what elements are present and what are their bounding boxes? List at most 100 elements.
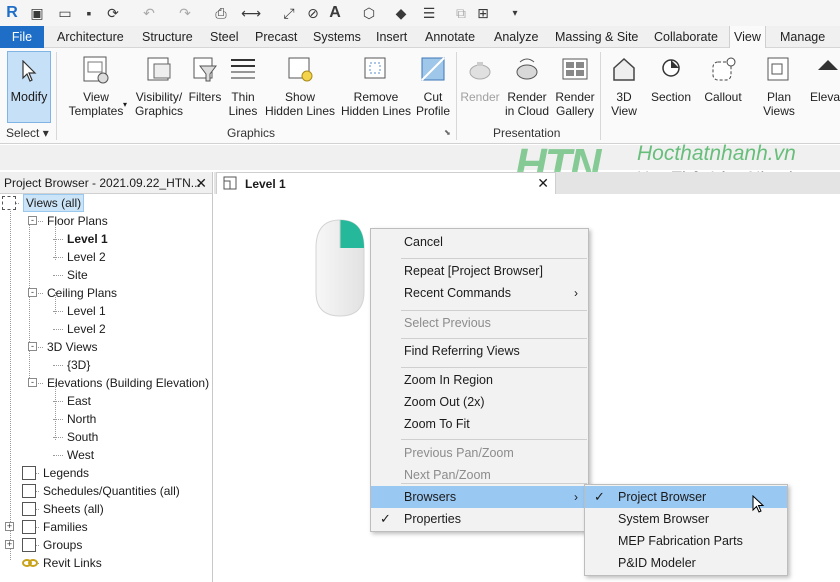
- section-button[interactable]: Section: [648, 52, 694, 104]
- tree-item-legends[interactable]: Legends: [43, 464, 89, 482]
- tab-file[interactable]: File: [0, 26, 44, 48]
- switch-windows-icon[interactable]: ⊞: [474, 4, 492, 22]
- tree-item-floor-plan-level-1[interactable]: Level 1: [67, 230, 108, 248]
- tree-guide-line: [10, 204, 11, 560]
- menu-item-next-pan-zoom[interactable]: Next Pan/Zoom: [371, 464, 588, 486]
- tree-item-elevation-north[interactable]: North: [67, 410, 96, 428]
- 3d-view-button[interactable]: 3D View: [604, 52, 644, 118]
- thin-lines-button[interactable]: Thin Lines: [226, 52, 260, 118]
- tab-level-1[interactable]: Level 1 ✕: [216, 172, 556, 194]
- render-in-cloud-button[interactable]: Render in Cloud: [504, 52, 550, 118]
- tree-item-3d-view-default[interactable]: {3D}: [67, 356, 90, 374]
- modify-label: Modify: [10, 90, 48, 104]
- 3d-view-icon[interactable]: ⬡: [360, 4, 378, 22]
- tab-view[interactable]: View: [729, 26, 766, 49]
- show-hidden-lines-button[interactable]: Show Hidden Lines: [264, 52, 336, 118]
- section-icon[interactable]: ◆: [392, 4, 410, 22]
- remove-hidden-lines-button[interactable]: Remove Hidden Lines: [340, 52, 412, 118]
- elevation-button[interactable]: Eleva: [810, 52, 840, 104]
- save-icon[interactable]: ▪: [80, 4, 98, 22]
- tree-item-views-all[interactable]: Views (all): [23, 194, 85, 212]
- menu-item-recent-commands[interactable]: Recent Commands ›: [371, 282, 588, 304]
- tab-massing-site[interactable]: Massing & Site: [551, 26, 642, 48]
- close-hidden-icon[interactable]: ⧉: [452, 4, 470, 22]
- measure-icon[interactable]: ⟷: [241, 4, 261, 22]
- revit-links-icon: [22, 556, 38, 570]
- tree-item-revit-links[interactable]: Revit Links: [43, 554, 102, 572]
- tab-analyze[interactable]: Analyze: [490, 26, 542, 48]
- tab-collaborate[interactable]: Collaborate: [650, 26, 722, 48]
- menu-item-zoom-out-2x[interactable]: Zoom Out (2x): [371, 391, 588, 413]
- tree-item-elevations[interactable]: Elevations (Building Elevation): [47, 374, 209, 392]
- menu-item-previous-pan-zoom[interactable]: Previous Pan/Zoom: [371, 442, 588, 464]
- menu-item-browsers[interactable]: Browsers ›: [371, 486, 588, 508]
- plan-views-button[interactable]: Plan Views: [756, 52, 802, 118]
- menu-item-cancel[interactable]: Cancel: [371, 231, 588, 253]
- tree-item-elevation-south[interactable]: South: [67, 428, 98, 446]
- close-icon[interactable]: ✕: [195, 172, 207, 194]
- modify-button[interactable]: Modify: [7, 51, 51, 123]
- collapse-toggle-icon[interactable]: -: [28, 216, 37, 225]
- expand-toggle-icon[interactable]: +: [5, 522, 14, 531]
- tab-annotate[interactable]: Annotate: [421, 26, 479, 48]
- ribbon-panel: Modify Select ▾ View Templates ▾ Visibili…: [0, 48, 840, 144]
- dimension-icon[interactable]: ⤢: [280, 4, 298, 22]
- menu-item-find-referring-views[interactable]: Find Referring Views: [371, 340, 588, 362]
- tab-structure[interactable]: Structure: [138, 26, 197, 48]
- thin-lines-icon[interactable]: ☰: [420, 4, 438, 22]
- submenu-item-pid-modeler[interactable]: P&ID Modeler: [585, 552, 787, 574]
- visibility-graphics-button[interactable]: Visibility/Graphics: [132, 52, 186, 118]
- cut-profile-button[interactable]: Cut Profile: [414, 52, 452, 118]
- render-button[interactable]: Render: [458, 52, 502, 104]
- select-dropdown[interactable]: Select ▾: [6, 126, 49, 140]
- tree-item-elevation-west[interactable]: West: [67, 446, 94, 464]
- render-gallery-button[interactable]: Render Gallery: [552, 52, 598, 118]
- view-templates-button[interactable]: View Templates: [68, 52, 124, 118]
- tab-systems[interactable]: Systems: [309, 26, 365, 48]
- customize-icon[interactable]: ▾: [506, 4, 524, 22]
- tree-guide-line: [53, 437, 63, 438]
- tree-item-elevation-east[interactable]: East: [67, 392, 91, 410]
- callout-button[interactable]: Callout: [700, 52, 746, 104]
- text-icon[interactable]: A: [326, 4, 344, 22]
- sync-icon[interactable]: ⟳: [104, 4, 122, 22]
- collapse-toggle-icon[interactable]: -: [28, 288, 37, 297]
- tree-item-floor-plan-site[interactable]: Site: [67, 266, 88, 284]
- tree-item-ceiling-plan-level-2[interactable]: Level 2: [67, 320, 106, 338]
- tree-item-floor-plan-level-2[interactable]: Level 2: [67, 248, 106, 266]
- tree-guide-line: [29, 220, 30, 380]
- tab-steel[interactable]: Steel: [206, 26, 243, 48]
- submenu-item-mep-fabrication-parts[interactable]: MEP Fabrication Parts: [585, 530, 787, 552]
- info-icon[interactable]: ▣: [28, 4, 46, 22]
- open-icon[interactable]: ▭: [56, 4, 74, 22]
- collapse-toggle-icon[interactable]: -: [28, 378, 37, 387]
- filters-button[interactable]: Filters: [186, 52, 224, 104]
- menu-item-zoom-in-region[interactable]: Zoom In Region: [371, 369, 588, 391]
- tree-item-sheets[interactable]: Sheets (all): [43, 500, 104, 518]
- tag-icon[interactable]: ⊘: [304, 4, 322, 22]
- tree-item-families[interactable]: Families: [43, 518, 88, 536]
- redo-icon[interactable]: ↷: [176, 4, 194, 22]
- tab-architecture[interactable]: Architecture: [53, 26, 128, 48]
- tab-precast[interactable]: Precast: [251, 26, 301, 48]
- tree-item-ceiling-plans[interactable]: Ceiling Plans: [47, 284, 117, 302]
- menu-item-repeat-project-browser[interactable]: Repeat [Project Browser]: [371, 260, 588, 282]
- menu-item-properties[interactable]: Properties ✓: [371, 508, 588, 530]
- tree-item-3d-views[interactable]: 3D Views: [47, 338, 97, 356]
- tree-item-floor-plans[interactable]: Floor Plans: [47, 212, 108, 230]
- panel-launcher-icon[interactable]: ⬊: [444, 128, 451, 137]
- tree-item-schedules-quantities[interactable]: Schedules/Quantities (all): [43, 482, 180, 500]
- undo-icon[interactable]: ↶: [140, 4, 158, 22]
- close-icon[interactable]: ✕: [537, 175, 549, 192]
- tab-insert[interactable]: Insert: [372, 26, 411, 48]
- revit-logo-icon[interactable]: R: [3, 4, 21, 22]
- menu-item-zoom-to-fit[interactable]: Zoom To Fit: [371, 413, 588, 435]
- menu-item-select-previous[interactable]: Select Previous: [371, 312, 588, 334]
- print-icon[interactable]: ⎙: [212, 4, 230, 22]
- tree-item-ceiling-plan-level-1[interactable]: Level 1: [67, 302, 106, 320]
- chevron-down-icon[interactable]: ▾: [123, 100, 127, 109]
- expand-toggle-icon[interactable]: +: [5, 540, 14, 549]
- collapse-toggle-icon[interactable]: -: [28, 342, 37, 351]
- tab-manage[interactable]: Manage: [776, 26, 829, 48]
- tree-item-groups[interactable]: Groups: [43, 536, 82, 554]
